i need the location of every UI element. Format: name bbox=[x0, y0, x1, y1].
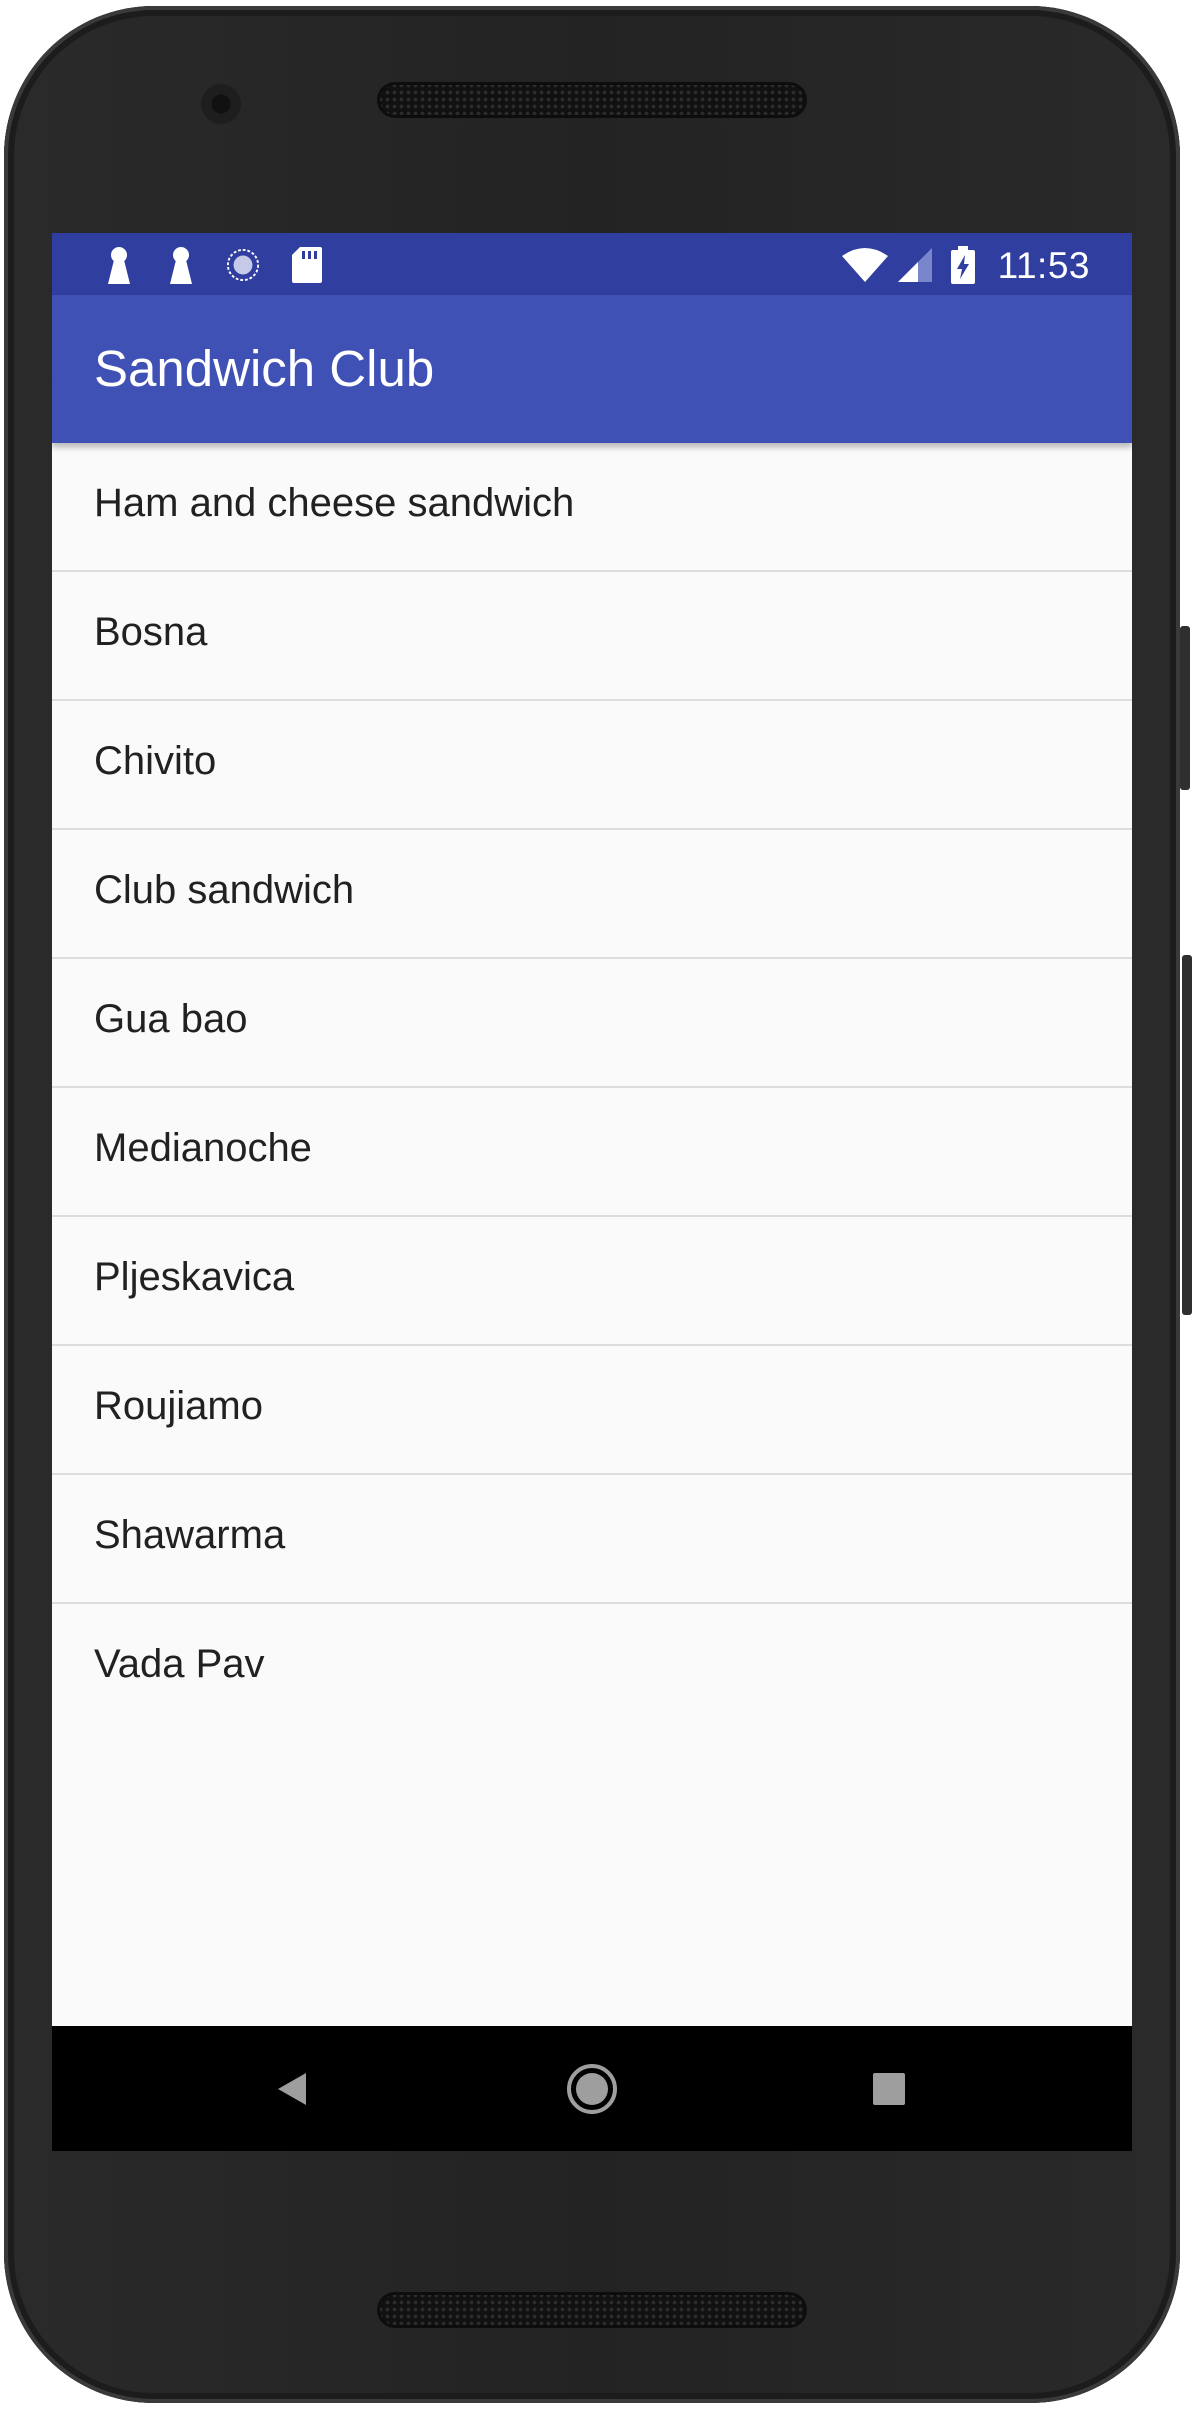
wifi-icon bbox=[842, 247, 888, 283]
power-button bbox=[1180, 626, 1190, 790]
list-item[interactable]: Bosna bbox=[52, 572, 1132, 701]
list-item[interactable]: Gua bao bbox=[52, 959, 1132, 1088]
list-item-label: Bosna bbox=[94, 610, 208, 654]
recents-icon[interactable] bbox=[856, 2056, 922, 2122]
sandwich-list: Ham and cheese sandwich Bosna Chivito Cl… bbox=[52, 443, 1132, 1731]
list-item[interactable]: Chivito bbox=[52, 701, 1132, 830]
list-item[interactable]: Pljeskavica bbox=[52, 1217, 1132, 1346]
status-time: 11:53 bbox=[997, 245, 1090, 286]
screen: 11:53 Sandwich Club Ham and cheese sandw… bbox=[52, 233, 1132, 2151]
app-title: Sandwich Club bbox=[94, 340, 435, 397]
list-item-label: Pljeskavica bbox=[94, 1255, 295, 1299]
list-item-label: Roujiamo bbox=[94, 1384, 263, 1428]
volume-button bbox=[1182, 955, 1192, 1315]
home-icon[interactable] bbox=[559, 2056, 625, 2122]
status-bar: 11:53 bbox=[52, 233, 1132, 295]
navigation-bar bbox=[52, 2026, 1132, 2151]
battery-charging-icon bbox=[950, 246, 976, 284]
app-bar: Sandwich Club bbox=[52, 295, 1132, 443]
list-item-label: Ham and cheese sandwich bbox=[94, 481, 575, 525]
back-icon[interactable] bbox=[259, 2056, 325, 2122]
bottom-speaker bbox=[377, 2292, 807, 2328]
keyhole-icon bbox=[102, 247, 136, 284]
list-item[interactable]: Shawarma bbox=[52, 1475, 1132, 1604]
front-camera bbox=[201, 84, 241, 124]
list-item[interactable]: Vada Pav bbox=[52, 1604, 1132, 1731]
list-item-label: Medianoche bbox=[94, 1126, 312, 1170]
keyhole-icon bbox=[164, 247, 198, 284]
list-item-label: Club sandwich bbox=[94, 868, 355, 912]
list-item[interactable]: Medianoche bbox=[52, 1088, 1132, 1217]
sd-card-icon bbox=[290, 247, 324, 283]
list-item[interactable]: Ham and cheese sandwich bbox=[52, 443, 1132, 572]
signal-icon bbox=[898, 247, 932, 283]
list-item[interactable]: Club sandwich bbox=[52, 830, 1132, 959]
list-item[interactable]: Roujiamo bbox=[52, 1346, 1132, 1475]
list-item-label: Shawarma bbox=[94, 1513, 286, 1557]
list-item-label: Chivito bbox=[94, 739, 217, 783]
earpiece-speaker bbox=[377, 82, 807, 118]
list-item-label: Gua bao bbox=[94, 997, 248, 1041]
list-item-label: Vada Pav bbox=[94, 1642, 265, 1686]
sync-icon bbox=[226, 247, 260, 283]
